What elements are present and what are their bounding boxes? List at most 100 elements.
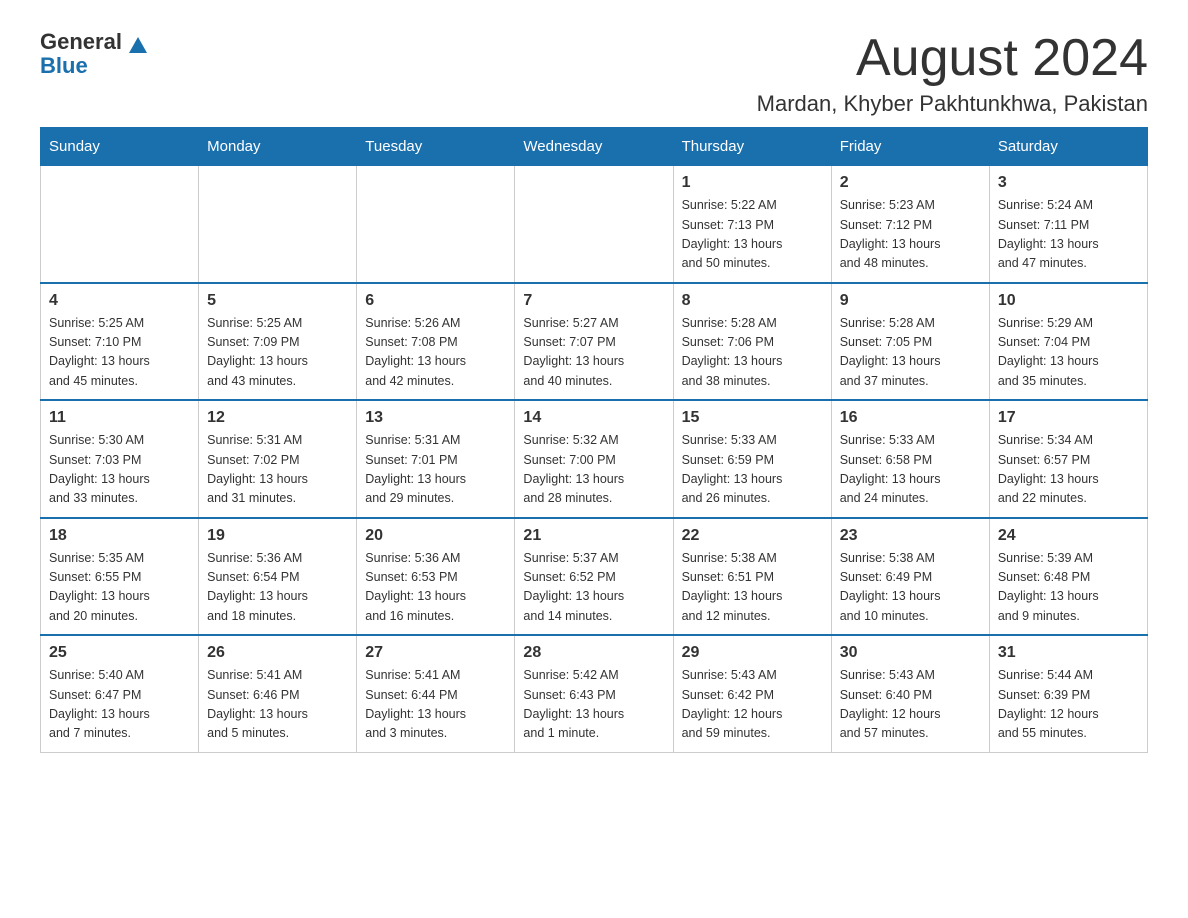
calendar-day-cell: 22 Sunrise: 5:38 AM Sunset: 6:51 PM Dayli…	[673, 518, 831, 636]
day-info: Sunrise: 5:22 AM Sunset: 7:13 PM Dayligh…	[682, 196, 823, 274]
title-area: August 2024 Mardan, Khyber Pakhtunkhwa, …	[757, 30, 1148, 117]
calendar-day-cell: 4 Sunrise: 5:25 AM Sunset: 7:10 PM Daylig…	[41, 283, 199, 401]
day-number: 12	[207, 409, 348, 427]
calendar-day-cell: 29Sunrise: 5:43 AM Sunset: 6:42 PM Dayli…	[673, 635, 831, 752]
day-info: Sunrise: 5:29 AM Sunset: 7:04 PM Dayligh…	[998, 314, 1139, 392]
calendar-day-cell: 16 Sunrise: 5:33 AM Sunset: 6:58 PM Dayli…	[831, 400, 989, 518]
calendar-day-cell: 1 Sunrise: 5:22 AM Sunset: 7:13 PM Daylig…	[673, 166, 831, 283]
day-number: 24	[998, 527, 1139, 545]
calendar-day-cell: 12Sunrise: 5:31 AM Sunset: 7:02 PM Dayli…	[199, 400, 357, 518]
day-number: 2	[840, 174, 981, 192]
day-number: 1	[682, 174, 823, 192]
calendar-day-cell: 24 Sunrise: 5:39 AM Sunset: 6:48 PM Dayli…	[989, 518, 1147, 636]
day-info: Sunrise: 5:25 AM Sunset: 7:10 PM Dayligh…	[49, 314, 190, 392]
day-number: 20	[365, 527, 506, 545]
day-info: Sunrise: 5:38 AM Sunset: 6:51 PM Dayligh…	[682, 549, 823, 627]
day-number: 4	[49, 292, 190, 310]
day-info: Sunrise: 5:37 AM Sunset: 6:52 PM Dayligh…	[523, 549, 664, 627]
day-number: 10	[998, 292, 1139, 310]
day-info: Sunrise: 5:43 AM Sunset: 6:40 PM Dayligh…	[840, 666, 981, 744]
calendar-day-cell: 18 Sunrise: 5:35 AM Sunset: 6:55 PM Dayli…	[41, 518, 199, 636]
day-number: 5	[207, 292, 348, 310]
day-number: 30	[840, 644, 981, 662]
day-number: 7	[523, 292, 664, 310]
day-info: Sunrise: 5:23 AM Sunset: 7:12 PM Dayligh…	[840, 196, 981, 274]
logo-blue-text: Blue	[40, 53, 88, 78]
day-info: Sunrise: 5:33 AM Sunset: 6:59 PM Dayligh…	[682, 431, 823, 509]
day-number: 15	[682, 409, 823, 427]
day-info: Sunrise: 5:35 AM Sunset: 6:55 PM Dayligh…	[49, 549, 190, 627]
weekday-header-sunday: Sunday	[41, 128, 199, 166]
day-number: 13	[365, 409, 506, 427]
day-number: 26	[207, 644, 348, 662]
day-info: Sunrise: 5:31 AM Sunset: 7:01 PM Dayligh…	[365, 431, 506, 509]
day-info: Sunrise: 5:41 AM Sunset: 6:44 PM Dayligh…	[365, 666, 506, 744]
day-number: 17	[998, 409, 1139, 427]
calendar-day-cell: 25 Sunrise: 5:40 AM Sunset: 6:47 PM Dayli…	[41, 635, 199, 752]
calendar-day-cell: 13 Sunrise: 5:31 AM Sunset: 7:01 PM Dayli…	[357, 400, 515, 518]
calendar-day-cell: 21Sunrise: 5:37 AM Sunset: 6:52 PM Dayli…	[515, 518, 673, 636]
calendar-day-cell: 8 Sunrise: 5:28 AM Sunset: 7:06 PM Daylig…	[673, 283, 831, 401]
day-number: 3	[998, 174, 1139, 192]
day-number: 25	[49, 644, 190, 662]
month-year-title: August 2024	[757, 30, 1148, 87]
day-info: Sunrise: 5:43 AM Sunset: 6:42 PM Dayligh…	[682, 666, 823, 744]
logo-general-text: General Blue	[40, 30, 122, 78]
weekday-header-thursday: Thursday	[673, 128, 831, 166]
calendar-day-cell: 5 Sunrise: 5:25 AM Sunset: 7:09 PM Daylig…	[199, 283, 357, 401]
day-number: 28	[523, 644, 664, 662]
location-subtitle: Mardan, Khyber Pakhtunkhwa, Pakistan	[757, 91, 1148, 117]
weekday-header-tuesday: Tuesday	[357, 128, 515, 166]
calendar-day-cell: 26Sunrise: 5:41 AM Sunset: 6:46 PM Dayli…	[199, 635, 357, 752]
calendar-day-cell: 27 Sunrise: 5:41 AM Sunset: 6:44 PM Dayli…	[357, 635, 515, 752]
calendar-week-row: 11Sunrise: 5:30 AM Sunset: 7:03 PM Dayli…	[41, 400, 1148, 518]
calendar-day-cell: 11Sunrise: 5:30 AM Sunset: 7:03 PM Dayli…	[41, 400, 199, 518]
day-number: 23	[840, 527, 981, 545]
calendar-week-row: 25 Sunrise: 5:40 AM Sunset: 6:47 PM Dayli…	[41, 635, 1148, 752]
day-info: Sunrise: 5:24 AM Sunset: 7:11 PM Dayligh…	[998, 196, 1139, 274]
day-number: 11	[49, 409, 190, 427]
day-info: Sunrise: 5:36 AM Sunset: 6:53 PM Dayligh…	[365, 549, 506, 627]
day-info: Sunrise: 5:28 AM Sunset: 7:05 PM Dayligh…	[840, 314, 981, 392]
day-number: 22	[682, 527, 823, 545]
day-number: 19	[207, 527, 348, 545]
day-info: Sunrise: 5:42 AM Sunset: 6:43 PM Dayligh…	[523, 666, 664, 744]
day-number: 14	[523, 409, 664, 427]
weekday-header-wednesday: Wednesday	[515, 128, 673, 166]
calendar-week-row: 1 Sunrise: 5:22 AM Sunset: 7:13 PM Daylig…	[41, 166, 1148, 283]
weekday-header-monday: Monday	[199, 128, 357, 166]
calendar-day-cell: 31Sunrise: 5:44 AM Sunset: 6:39 PM Dayli…	[989, 635, 1147, 752]
day-number: 16	[840, 409, 981, 427]
calendar-day-cell	[515, 166, 673, 283]
day-info: Sunrise: 5:38 AM Sunset: 6:49 PM Dayligh…	[840, 549, 981, 627]
day-number: 31	[998, 644, 1139, 662]
day-info: Sunrise: 5:33 AM Sunset: 6:58 PM Dayligh…	[840, 431, 981, 509]
day-info: Sunrise: 5:26 AM Sunset: 7:08 PM Dayligh…	[365, 314, 506, 392]
day-info: Sunrise: 5:34 AM Sunset: 6:57 PM Dayligh…	[998, 431, 1139, 509]
day-number: 8	[682, 292, 823, 310]
calendar-day-cell: 14Sunrise: 5:32 AM Sunset: 7:00 PM Dayli…	[515, 400, 673, 518]
calendar-week-row: 18 Sunrise: 5:35 AM Sunset: 6:55 PM Dayli…	[41, 518, 1148, 636]
page-header: General Blue August 2024 Mardan, Khyber …	[40, 30, 1148, 117]
day-info: Sunrise: 5:25 AM Sunset: 7:09 PM Dayligh…	[207, 314, 348, 392]
day-info: Sunrise: 5:39 AM Sunset: 6:48 PM Dayligh…	[998, 549, 1139, 627]
day-number: 27	[365, 644, 506, 662]
logo-triangle-icon	[127, 35, 149, 62]
day-info: Sunrise: 5:40 AM Sunset: 6:47 PM Dayligh…	[49, 666, 190, 744]
calendar-day-cell: 28 Sunrise: 5:42 AM Sunset: 6:43 PM Dayli…	[515, 635, 673, 752]
day-number: 6	[365, 292, 506, 310]
calendar-day-cell: 6 Sunrise: 5:26 AM Sunset: 7:08 PM Daylig…	[357, 283, 515, 401]
calendar-day-cell: 23 Sunrise: 5:38 AM Sunset: 6:49 PM Dayli…	[831, 518, 989, 636]
day-number: 18	[49, 527, 190, 545]
day-info: Sunrise: 5:28 AM Sunset: 7:06 PM Dayligh…	[682, 314, 823, 392]
calendar-day-cell: 10 Sunrise: 5:29 AM Sunset: 7:04 PM Dayli…	[989, 283, 1147, 401]
calendar-day-cell	[199, 166, 357, 283]
calendar-day-cell: 2 Sunrise: 5:23 AM Sunset: 7:12 PM Daylig…	[831, 166, 989, 283]
calendar-day-cell: 3 Sunrise: 5:24 AM Sunset: 7:11 PM Daylig…	[989, 166, 1147, 283]
day-info: Sunrise: 5:27 AM Sunset: 7:07 PM Dayligh…	[523, 314, 664, 392]
calendar-day-cell: 7 Sunrise: 5:27 AM Sunset: 7:07 PM Daylig…	[515, 283, 673, 401]
calendar-week-row: 4 Sunrise: 5:25 AM Sunset: 7:10 PM Daylig…	[41, 283, 1148, 401]
calendar-day-cell	[357, 166, 515, 283]
calendar-day-cell	[41, 166, 199, 283]
day-info: Sunrise: 5:36 AM Sunset: 6:54 PM Dayligh…	[207, 549, 348, 627]
